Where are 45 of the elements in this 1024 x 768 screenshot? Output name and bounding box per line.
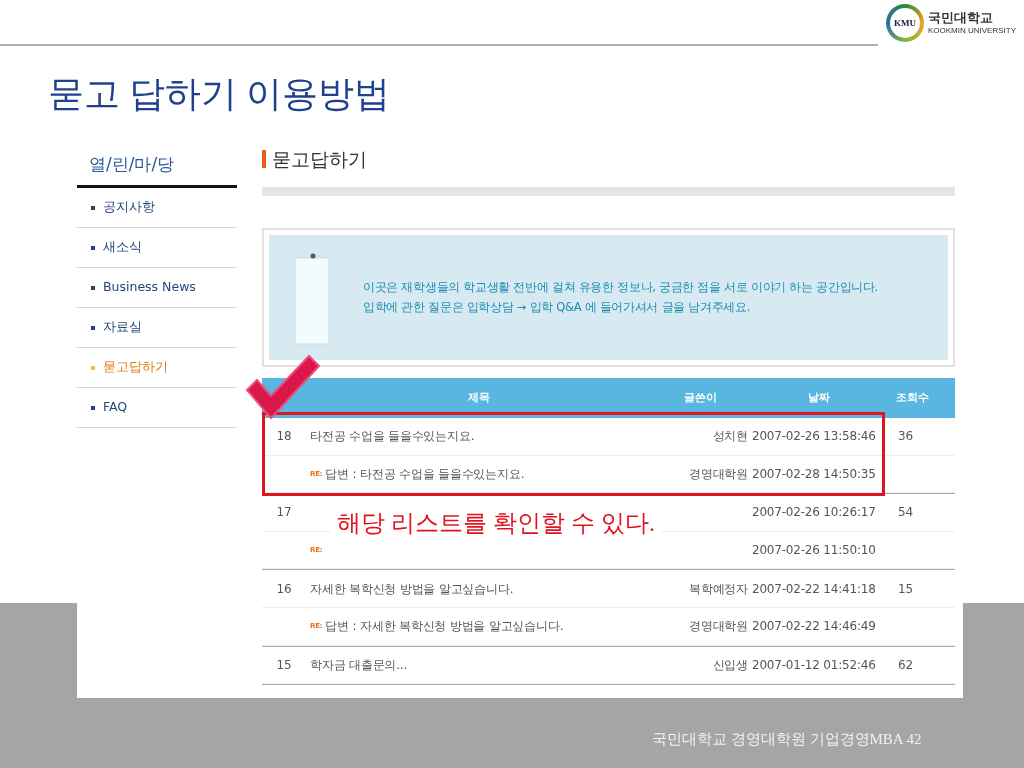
post-date: 2007-02-26 13:58:46 [752,429,876,444]
sidebar-item[interactable]: 공지사항 [77,188,237,228]
post-author: 성치현 [712,429,748,444]
post-number: 18 [276,429,292,444]
post-title[interactable]: 타전공 수업을 들을수있는지요. [310,427,475,446]
logo-emblem: KMU [886,4,924,42]
column-header: 제목 [468,390,490,404]
post-author: 신입생 [712,657,748,672]
logo-subtitle: KOOKMIN UNIVERSITY [928,25,1016,35]
slide-title: 묻고 답하기 이용방법 [48,74,390,114]
post-title[interactable]: 학자금 대출문의... [310,655,408,674]
column-header: 조회수 [895,390,929,404]
post-author: 경영대학원 [689,619,748,634]
post-date: 2007-02-26 11:50:10 [752,543,876,558]
footer-text: 국민대학교 경영대학원 기업경영MBA 42 [652,730,922,749]
post-number: 16 [276,581,292,596]
post-title[interactable]: 자세한 복학신청 방법을 알고싶습니다. [310,579,514,598]
sidebar-item[interactable]: FAQ [77,388,237,428]
column-header: 날짜 [808,390,830,404]
post-number: 17 [276,505,292,520]
logo-name: 국민대학교 [928,11,994,26]
view-count: 15 [898,581,913,596]
sidebar-item[interactable]: Business News [77,268,237,308]
post-date: 2007-02-22 14:41:18 [752,581,876,596]
notice-text: 입학에 관한 질문은 입학상담 → 입학 Q&A 에 들어가셔서 글을 남겨주세요. [363,298,752,316]
post-date: 2007-02-22 14:46:49 [752,619,876,634]
view-count: 62 [898,657,913,672]
post-title[interactable]: 답변 : 자세한 복학신청 방법을 알고싶습니다. [325,617,564,636]
post-title[interactable]: 답변 : 타전공 수업을 들을수있는지요. [325,464,525,483]
section-title: 묻고답하기 [272,146,367,172]
post-number: 15 [276,657,292,672]
sidebar-heading: 열/린/마/당 [89,154,175,174]
sidebar-item[interactable]: 새소식 [77,228,237,268]
notice-text: 이곳은 재학생들의 학교생활 전반에 걸쳐 유용한 정보나, 궁금한 점을 서로 이야기 하는 공간입니다. [363,278,878,296]
post-date: 2007-02-26 10:26:17 [752,505,876,520]
post-author: 경영대학원 [689,466,748,481]
view-count: 54 [898,505,913,520]
sidebar-item[interactable]: 자료실 [77,308,237,348]
column-header: 글쓴이 [683,390,717,404]
post-date: 2007-02-28 14:50:35 [752,466,876,481]
post-author: 복학예정자 [689,581,748,596]
view-count: 36 [898,429,913,444]
title-bar-icon [262,150,266,168]
post-date: 2007-01-12 01:52:46 [752,657,876,672]
check-mark-icon [245,354,321,420]
